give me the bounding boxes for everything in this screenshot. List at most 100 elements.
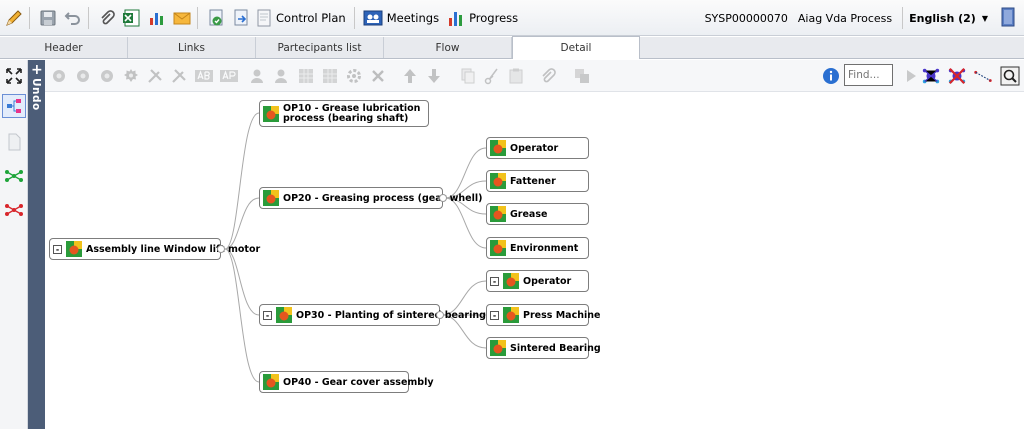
tree-node-op10[interactable]: OP10 - Grease lubrication process (beari…: [259, 100, 429, 127]
resource-node-icon: [490, 140, 506, 156]
document-check-icon[interactable]: [205, 7, 227, 29]
operation-node-icon: [263, 190, 279, 206]
resource-node-icon: [490, 240, 506, 256]
tree-node-op20-operator[interactable]: Operator: [486, 137, 589, 159]
gear-group-icon[interactable]: [49, 66, 69, 86]
person-icon[interactable]: [247, 66, 267, 86]
hide-network-icon[interactable]: [947, 66, 967, 86]
tree-node-op20-fattener[interactable]: Fattener: [486, 170, 589, 192]
green-network-icon[interactable]: [2, 164, 26, 188]
node-label: Environment: [510, 242, 579, 254]
find-input[interactable]: [844, 64, 893, 86]
undo-panel[interactable]: + Undo: [28, 60, 45, 429]
diagram-canvas[interactable]: - Assembly line Window lift motor OP10 -…: [45, 93, 1024, 429]
mail-icon[interactable]: [171, 7, 193, 29]
tab-detail[interactable]: Detail: [512, 36, 640, 59]
progress-button[interactable]: Progress: [443, 5, 522, 31]
pencil-icon[interactable]: [3, 7, 25, 29]
node-label: Press Machine: [523, 309, 601, 321]
control-plan-label: Control Plan: [276, 10, 346, 25]
tree-node-op30-sintered-bearing[interactable]: Sintered Bearing: [486, 337, 601, 359]
collapse-toggle[interactable]: -: [263, 310, 272, 320]
grid-edit-icon[interactable]: [320, 66, 340, 86]
show-network-icon[interactable]: [921, 66, 941, 86]
meetings-icon: [363, 10, 383, 25]
toolbar-right-area: SYSP00000070 Aiag Vda Process English (2…: [705, 0, 1024, 36]
link-root-op40: [224, 248, 260, 383]
arrow-down-icon[interactable]: [424, 66, 444, 86]
attachment-icon[interactable]: [538, 66, 558, 86]
chevron-down-icon: ▼: [981, 13, 988, 23]
tree-node-op20-grease[interactable]: Grease: [486, 203, 589, 225]
path-dots-icon[interactable]: [973, 66, 993, 86]
node-label: Operator: [523, 275, 572, 287]
node-label: Assembly line Window lift motor: [86, 243, 261, 255]
cut-icon[interactable]: [482, 66, 502, 86]
tab-links[interactable]: Links: [128, 37, 256, 58]
tab-header[interactable]: Header: [0, 37, 128, 58]
tree-node-root[interactable]: - Assembly line Window lift motor: [49, 238, 260, 260]
tab-participants-list[interactable]: Partecipants list: [256, 37, 384, 58]
grid-icon[interactable]: [296, 66, 316, 86]
node-label: OP40 - Gear cover assembly: [283, 376, 434, 388]
tree-node-op30-operator[interactable]: - Operator: [486, 270, 589, 292]
info-icon[interactable]: [821, 66, 841, 86]
toolbar-separator: [29, 6, 30, 29]
language-selector[interactable]: English (2) ▼: [902, 7, 994, 29]
progress-chart-icon: [449, 11, 463, 26]
gear-copy-icon[interactable]: [97, 66, 117, 86]
red-network-icon[interactable]: [2, 198, 26, 222]
tree-node-op30[interactable]: - OP30 - Planting of sintered bearing: [259, 304, 486, 326]
process-name: Aiag Vda Process: [797, 11, 893, 25]
text-ap-icon[interactable]: [219, 66, 239, 86]
tree-node-op20-environment[interactable]: Environment: [486, 237, 589, 259]
resource-node-icon: [490, 206, 506, 222]
tree-node-op30-press-machine[interactable]: - Press Machine: [486, 304, 600, 326]
text-ab-icon[interactable]: [194, 66, 214, 86]
diagram-toolbar: [45, 60, 1024, 92]
excel-icon[interactable]: [121, 7, 143, 29]
connector-handle[interactable]: [439, 194, 447, 202]
collapse-toggle[interactable]: -: [53, 244, 62, 254]
tab-flow[interactable]: Flow: [384, 37, 512, 58]
paperclip-icon[interactable]: [96, 7, 118, 29]
person-add-icon[interactable]: [271, 66, 291, 86]
save-icon[interactable]: [37, 7, 59, 29]
arrow-up-icon[interactable]: [400, 66, 420, 86]
page-icon[interactable]: [2, 130, 26, 154]
collapse-toggle[interactable]: -: [490, 276, 499, 286]
operation-node-icon: [263, 374, 279, 390]
toolbar-separator: [197, 6, 198, 29]
tools-icon[interactable]: [145, 66, 165, 86]
bar-chart-icon[interactable]: [146, 7, 168, 29]
meetings-label: Meetings: [386, 10, 440, 25]
delete-icon[interactable]: [368, 66, 388, 86]
expand-arrows-icon[interactable]: [2, 64, 26, 88]
node-label: Sintered Bearing: [510, 342, 601, 354]
node-label: Operator: [510, 142, 559, 154]
undo-arrow-icon[interactable]: [62, 7, 84, 29]
gear-settings-icon[interactable]: [344, 66, 364, 86]
collapse-toggle[interactable]: -: [490, 310, 499, 320]
book-icon[interactable]: [1000, 7, 1016, 30]
link-op20-environment: [444, 197, 487, 249]
settings-icon[interactable]: [121, 66, 141, 86]
play-next-icon[interactable]: [901, 66, 921, 86]
zoom-search-icon[interactable]: [1000, 66, 1020, 86]
connector-handle[interactable]: [436, 311, 444, 319]
copy-icon[interactable]: [458, 66, 478, 86]
meetings-button[interactable]: Meetings: [359, 5, 443, 31]
tree-node-op40[interactable]: OP40 - Gear cover assembly: [259, 371, 434, 393]
paste-icon[interactable]: [506, 66, 526, 86]
toolbar-separator: [88, 6, 89, 29]
tools-remove-icon[interactable]: [169, 66, 189, 86]
tree-layout-icon[interactable]: [2, 94, 26, 118]
tree-node-op20[interactable]: OP20 - Greasing process (gear whell): [259, 187, 482, 209]
document-arrow-icon[interactable]: [230, 7, 252, 29]
translate-icon[interactable]: [572, 66, 592, 86]
gear-add-icon[interactable]: [73, 66, 93, 86]
control-plan-button[interactable]: Control Plan: [252, 5, 350, 31]
node-label: Grease: [510, 208, 548, 220]
toolbar-separator: [353, 6, 355, 29]
connector-handle[interactable]: [217, 245, 225, 253]
